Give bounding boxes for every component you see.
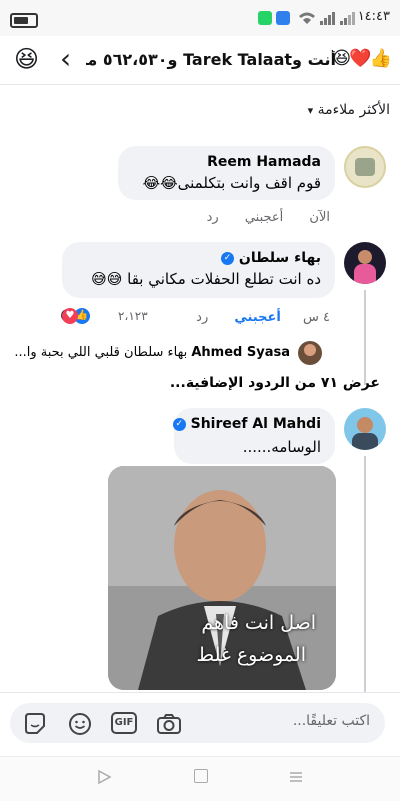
status-bar: ١٤:٤٣ (0, 0, 400, 36)
comment-actions: الآن أعجبني رد (207, 210, 330, 225)
haha-emoji-icon[interactable]: 😆 (14, 45, 39, 73)
reactions-title[interactable]: أنت وTarek Talaat و٥٦٢،٥٣٠ من ... (86, 50, 336, 69)
gif-button[interactable]: GIF (111, 712, 137, 734)
comment-bubble[interactable]: Shireef Al Mahdi ✓ الوسامه...... (172, 408, 335, 464)
back-chevron-icon[interactable]: ‹ (60, 42, 71, 75)
whatsapp-icon (258, 11, 272, 25)
love-reaction-icon: ♥ (62, 308, 78, 324)
comment-time: الآن (309, 210, 330, 225)
menu-icon[interactable] (288, 769, 304, 785)
status-icons (258, 11, 368, 27)
avatar[interactable] (344, 408, 386, 450)
emoji-icon[interactable] (67, 711, 93, 737)
comment-author[interactable]: بهاء سلطان (239, 250, 321, 266)
reply-button[interactable]: رد (207, 210, 219, 225)
like-button[interactable]: أعجبني (234, 310, 280, 325)
thread-line (364, 456, 366, 692)
comment-placeholder: اكتب تعليقًا... (292, 713, 370, 729)
thread-line (364, 290, 366, 385)
comment-author[interactable]: Reem Hamada (207, 154, 321, 170)
camera-icon[interactable] (156, 711, 182, 737)
reply-author[interactable]: Ahmed Syasa (191, 345, 290, 360)
comment-composer: اكتب تعليقًا... GIF (0, 692, 400, 755)
app-notification-icon (276, 11, 290, 25)
reply-button[interactable]: رد (196, 310, 208, 325)
comment-author-row: بهاء سلطان ✓ (221, 250, 321, 266)
comment-bubble[interactable]: Reem Hamada قوم اقف وانت بتكلمنى😂😂 (118, 146, 335, 200)
comment-bubble[interactable]: بهاء سلطان ✓ ده انت تطلع الحفلات مكاني ب… (62, 242, 335, 298)
comment-text: الوسامه...... (242, 438, 321, 456)
reply-preview[interactable]: Ahmed Syasa بهاء سلطان قلبي اللي بحبة وا… (14, 345, 290, 360)
comment-author[interactable]: Shireef Al Mahdi (191, 416, 321, 432)
status-time: ١٤:٤٣ (357, 9, 390, 24)
reactions-count: ٢،١٢٣ (118, 309, 148, 323)
verified-badge-icon: ✓ (221, 251, 234, 265)
signal-icon (320, 12, 335, 25)
verified-badge-icon: ✓ (172, 417, 186, 431)
comment-image[interactable]: اصل انت فاهم الموضوع غلط (108, 466, 336, 690)
header: 😆 ‹ أنت وTarek Talaat و٥٦٢،٥٣٠ من ... 😆❤… (0, 36, 400, 85)
system-nav-bar (0, 756, 400, 801)
sort-dropdown[interactable]: الأكثر ملاءمة ▾ (308, 102, 390, 118)
comment-text: قوم اقف وانت بتكلمنى😂😂 (142, 174, 321, 192)
avatar[interactable] (298, 341, 322, 365)
signal-icon-2 (340, 12, 355, 25)
meme-caption-line1: اصل انت فاهم (201, 612, 316, 634)
battery-icon (10, 13, 38, 28)
comment-text: ده انت تطلع الحفلات مكاني بقا 😅😅 (91, 270, 321, 288)
view-more-replies[interactable]: عرض ٧١ من الردود الإضافية... (170, 375, 380, 391)
comment-time: ٤ س (303, 310, 330, 325)
avatar[interactable] (344, 146, 386, 188)
comment-actions: ٤ س أعجبني رد (196, 310, 330, 325)
back-triangle-icon[interactable] (96, 769, 112, 785)
wifi-icon (299, 12, 315, 24)
meme-caption-line2: الموضوع غلط (196, 644, 306, 666)
like-button[interactable]: أعجبني (245, 210, 283, 225)
home-square-icon[interactable] (194, 769, 208, 783)
avatar[interactable] (344, 242, 386, 284)
reaction-emojis: 😆❤️👍 (332, 48, 392, 69)
chevron-down-icon: ▾ (307, 104, 314, 117)
sort-label: الأكثر ملاءمة (317, 102, 390, 118)
reply-text: بهاء سلطان قلبي اللي بحبة وا... (14, 345, 188, 360)
comment-author-row: Shireef Al Mahdi ✓ (172, 416, 321, 432)
sticker-icon[interactable] (22, 711, 48, 737)
